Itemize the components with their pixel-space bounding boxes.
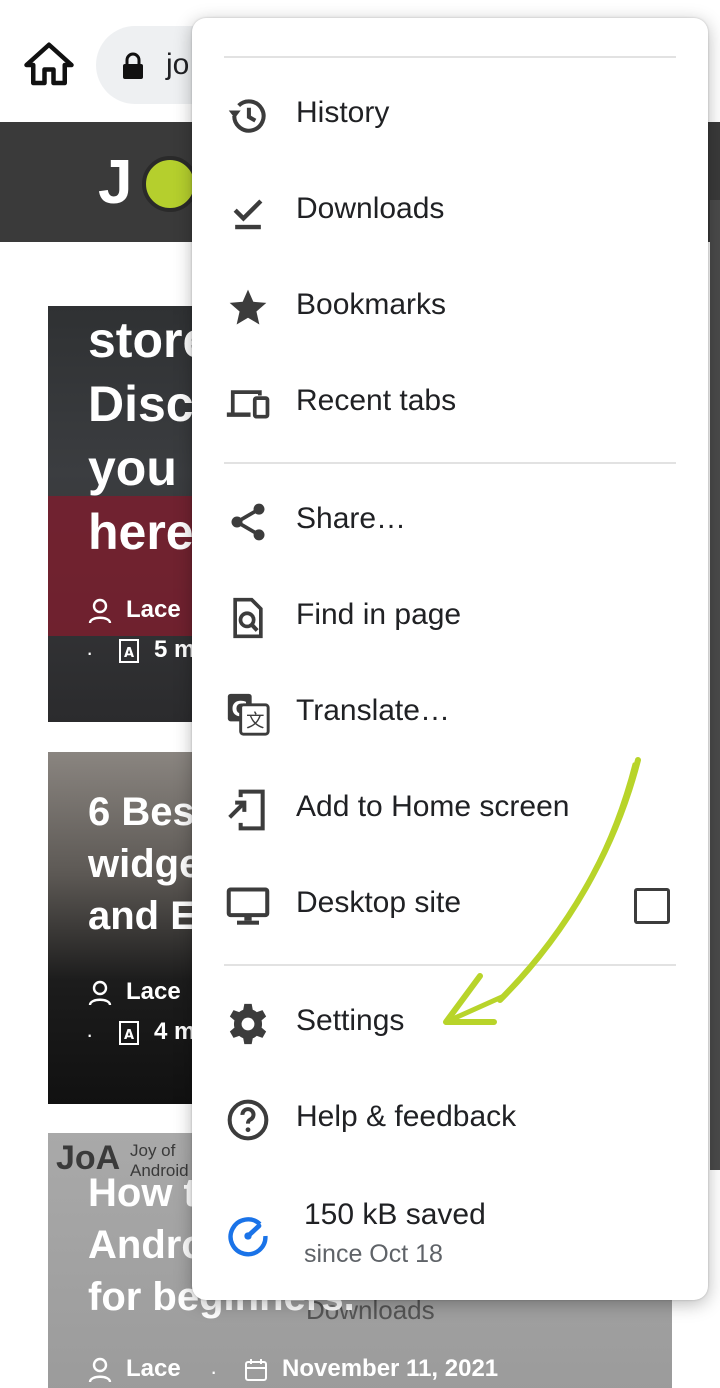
menu-item-label: Translate…	[296, 694, 450, 727]
data-saved-since: since Oct 18	[304, 1240, 443, 1268]
svg-text:文: 文	[246, 711, 264, 732]
author-name: Lace	[126, 596, 181, 623]
desktop-site-checkbox[interactable]	[634, 888, 670, 924]
menu-divider	[224, 462, 676, 464]
person-icon	[88, 598, 112, 624]
star-icon	[229, 289, 267, 325]
meta-separator: ·	[86, 1022, 94, 1047]
menu-item-share[interactable]: Share…	[192, 474, 708, 570]
gear-icon	[229, 1003, 267, 1045]
article-author[interactable]: Lace	[88, 596, 181, 624]
menu-item-label: Bookmarks	[296, 288, 447, 321]
history-icon	[228, 99, 266, 133]
menu-divider	[224, 964, 676, 966]
svg-text:A: A	[124, 1028, 134, 1043]
book-icon: A	[119, 638, 139, 663]
article-title-line: widge	[88, 842, 202, 886]
url-text: jo	[166, 48, 190, 81]
add-to-home-screen-icon	[228, 789, 265, 831]
logo-caption-line: Joy of	[130, 1141, 176, 1160]
menu-item-label: Settings	[296, 1004, 405, 1037]
home-icon	[24, 42, 74, 86]
meta-separator: ·	[210, 1359, 218, 1384]
menu-item-label: Recent tabs	[296, 384, 457, 417]
menu-item-recent-tabs[interactable]: Recent tabs	[192, 356, 708, 452]
menu-divider	[224, 56, 676, 58]
article-read-time: A 4 m	[118, 1018, 195, 1046]
menu-item-translate[interactable]: G 文 Translate…	[192, 666, 708, 762]
download-icon	[233, 199, 263, 230]
data-saver-summary[interactable]: 150 kB saved since Oct 18	[192, 1184, 708, 1284]
menu-item-label: Add to Home screen	[296, 790, 570, 823]
menu-item-label: Find in page	[296, 598, 462, 631]
read-time-text: 5 m	[154, 636, 196, 663]
devices-icon	[226, 390, 270, 419]
data-saved-amount: 150 kB saved	[304, 1198, 486, 1231]
menu-item-find-in-page[interactable]: Find in page	[192, 570, 708, 666]
article-title-line: 6 Best	[88, 790, 209, 834]
data-saver-gauge-icon	[228, 1217, 268, 1257]
calendar-icon	[245, 1358, 267, 1381]
desktop-icon	[226, 887, 270, 925]
menu-item-label: History	[296, 96, 390, 129]
share-icon	[231, 503, 265, 541]
article-date: November 11, 2021	[244, 1355, 498, 1383]
menu-item-downloads[interactable]: Downloads	[192, 164, 708, 260]
smiley-face-logo-icon	[142, 156, 198, 212]
home-button[interactable]	[22, 38, 76, 92]
page-scrollbar[interactable]	[710, 200, 720, 1170]
article-title-line: Andro	[88, 1223, 206, 1267]
author-name: Lace	[126, 1355, 181, 1382]
article-title-line: Disc	[88, 376, 194, 432]
read-time-text: 4 m	[154, 1018, 196, 1045]
date-text: November 11, 2021	[282, 1355, 499, 1382]
find-in-page-icon	[233, 597, 263, 639]
svg-text:A: A	[124, 646, 134, 661]
article-title-line: you	[88, 440, 177, 496]
person-icon	[88, 1357, 112, 1383]
menu-item-add-to-home-screen[interactable]: Add to Home screen	[192, 762, 708, 858]
menu-item-label: Share…	[296, 502, 407, 535]
menu-item-desktop-site[interactable]: Desktop site	[192, 858, 708, 954]
book-icon: A	[119, 1020, 139, 1045]
overflow-menu: History Downloads Bookmarks Recent tabs	[192, 18, 708, 1300]
article-author[interactable]: Lace	[88, 1355, 181, 1383]
author-name: Lace	[126, 978, 181, 1005]
site-logo-text: J	[98, 148, 133, 217]
translate-icon: G 文	[227, 693, 270, 736]
menu-item-bookmarks[interactable]: Bookmarks	[192, 260, 708, 356]
meta-separator: ·	[86, 640, 94, 665]
article-author[interactable]: Lace	[88, 978, 181, 1006]
lock-icon	[123, 52, 143, 79]
help-icon	[227, 1099, 269, 1141]
person-icon	[88, 980, 112, 1006]
menu-item-label: Help & feedback	[296, 1100, 517, 1133]
menu-item-settings[interactable]: Settings	[192, 976, 708, 1072]
menu-item-help-feedback[interactable]: Help & feedback	[192, 1072, 708, 1168]
article-title-line: here	[88, 504, 194, 560]
menu-item-label: Downloads	[296, 192, 445, 225]
menu-item-history[interactable]: History	[192, 68, 708, 164]
menu-item-label: Desktop site	[296, 886, 462, 919]
article-read-time: A 5 m	[118, 636, 195, 664]
article-title-line: How t	[88, 1171, 197, 1215]
